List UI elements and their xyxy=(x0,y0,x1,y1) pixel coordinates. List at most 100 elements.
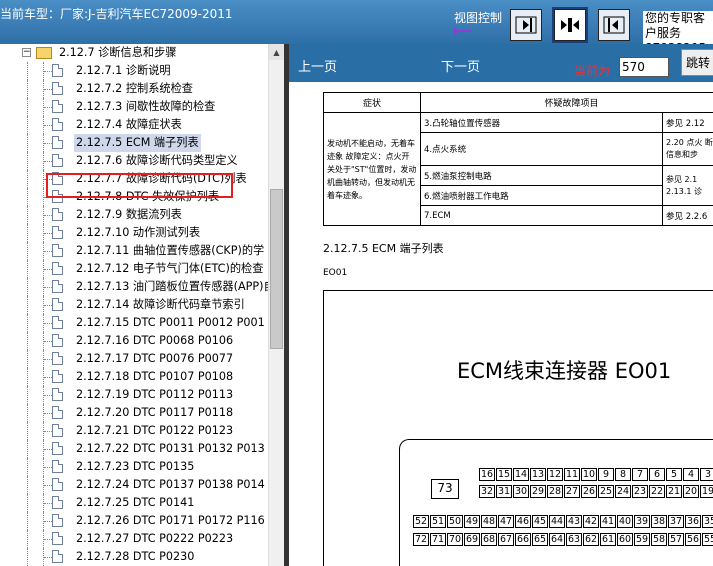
connector-pin: 43 xyxy=(566,515,582,528)
tree-guide-line xyxy=(27,548,29,566)
connector-pin: 31 xyxy=(496,485,512,498)
document-icon xyxy=(52,478,63,491)
tree-guide-line xyxy=(27,80,29,98)
panel-left-icon xyxy=(603,16,625,34)
connector-pin: 15 xyxy=(496,468,512,481)
tree-item-label: 2.12.7.18 DTC P0107 P0108 xyxy=(76,370,234,383)
scrollbar-thumb[interactable] xyxy=(270,189,283,349)
connector-pin: 30 xyxy=(513,485,529,498)
tree-guide-line xyxy=(27,206,29,224)
tree-guide-line xyxy=(44,539,52,540)
tree-item-label: 2.12.7.16 DTC P0068 P0106 xyxy=(76,334,234,347)
document-icon xyxy=(52,226,63,239)
connector-pin: 64 xyxy=(549,533,565,546)
tree-item-label: 2.12.7.6 故障诊断代码类型定义 xyxy=(76,154,238,167)
document-icon xyxy=(52,280,63,293)
connector-pin: 56 xyxy=(685,533,701,546)
connector-pin: 24 xyxy=(615,485,631,498)
connector-pin: 27 xyxy=(564,485,580,498)
tree-item-label: 2.12.7.20 DTC P0117 P0118 xyxy=(76,406,234,419)
panel-right-icon xyxy=(515,16,537,34)
connector-pin: 23 xyxy=(632,485,648,498)
folder-open-icon xyxy=(36,47,52,59)
connector-body xyxy=(399,439,713,566)
tree-guide-line xyxy=(27,404,29,422)
tree-guide-line xyxy=(44,161,52,162)
top-header: 当前车型：厂家:J-吉利汽车EC72009-2011 视图控制 您的专职客户服务… xyxy=(0,0,713,44)
connector-pin: 41 xyxy=(600,515,616,528)
tree-guide-line xyxy=(44,233,52,234)
collapse-icon[interactable]: − xyxy=(22,48,31,57)
customer-service-info: 您的专职客户服务 87038205 xyxy=(643,11,713,44)
tree-guide-line xyxy=(44,341,52,342)
document-icon xyxy=(52,550,63,563)
table-cell: 参见 2.1 2.13.1 诊 xyxy=(662,165,713,206)
tree-guide-line xyxy=(27,62,29,80)
tree-guide-line xyxy=(44,467,52,468)
doc-navigation-bar: 上一页 下一页 当前为 570 跳转 xyxy=(289,44,713,82)
table-header-item: 怀疑故障项目 xyxy=(420,92,713,113)
table-cell: 参见 2.12 xyxy=(662,112,713,133)
connector-pin: 38 xyxy=(651,515,667,528)
tree-scrollbar[interactable]: ▲ xyxy=(268,44,284,566)
tree-guide-line xyxy=(27,386,29,404)
tree-guide-line xyxy=(44,395,52,396)
page-number-input[interactable]: 570 xyxy=(619,57,669,77)
tree-guide-line xyxy=(44,107,52,108)
tree-label: 2.12.7 诊断信息和步骤 xyxy=(59,46,177,59)
connector-pin: 47 xyxy=(498,515,514,528)
tree-guide-line xyxy=(44,503,52,504)
connector-pin: 16 xyxy=(479,468,495,481)
connector-pin: 67 xyxy=(498,533,514,546)
tree-guide-line xyxy=(44,305,52,306)
tree-item-label: 2.12.7.19 DTC P0112 P0113 xyxy=(76,388,234,401)
connector-pin: 44 xyxy=(549,515,565,528)
jump-button[interactable]: 跳转 xyxy=(681,49,713,76)
tree-item-label: 2.12.7.9 数据流列表 xyxy=(76,208,182,221)
split-view-button[interactable] xyxy=(552,7,588,43)
vehicle-title: 当前车型：厂家:J-吉利汽车EC72009-2011 xyxy=(0,7,233,21)
tree-guide-line xyxy=(27,350,29,368)
connector-pin: 32 xyxy=(479,485,495,498)
connector-pin: 26 xyxy=(581,485,597,498)
tree-item-label: 2.12.7.27 DTC P0222 P0223 xyxy=(76,532,234,545)
tree-guide-line xyxy=(27,368,29,386)
document-icon xyxy=(52,118,63,131)
tree-guide-line xyxy=(44,125,52,126)
tree-guide-line xyxy=(44,323,52,324)
document-icon xyxy=(52,352,63,365)
connector-pin: 14 xyxy=(513,468,529,481)
next-page-button[interactable]: 下一页 xyxy=(441,56,480,75)
connector-pin: 22 xyxy=(649,485,665,498)
tree-guide-line xyxy=(27,188,29,206)
tree-item-label: 2.12.7.13 油门踏板位置传感器(APP)自 xyxy=(76,280,268,293)
tree-guide-line xyxy=(44,377,52,378)
tree-guide-line xyxy=(27,260,29,278)
tree-item-label: 2.12.7.21 DTC P0122 P0123 xyxy=(76,424,234,437)
view-control-icon xyxy=(454,27,471,35)
connector-pin: 6 xyxy=(649,468,665,481)
prev-page-button[interactable]: 上一页 xyxy=(298,56,337,75)
tree-item-label: 2.12.7.12 电子节气门体(ETC)的检查 xyxy=(76,262,264,275)
tree-guide-line xyxy=(44,431,52,432)
document-icon xyxy=(52,496,63,509)
connector-pin: 68 xyxy=(481,533,497,546)
show-right-panel-button[interactable] xyxy=(510,9,542,41)
table-cell: 参见 2.2.6 xyxy=(662,205,713,226)
connector-pin: 7 xyxy=(632,468,648,481)
connector-pin: 35 xyxy=(702,515,713,528)
connector-pin: 11 xyxy=(564,468,580,481)
show-left-panel-button[interactable] xyxy=(598,9,630,41)
tree-guide-line xyxy=(44,251,52,252)
scroll-up-icon[interactable]: ▲ xyxy=(269,44,284,60)
connector-pin: 51 xyxy=(430,515,446,528)
tree-item-label: 2.12.7.3 间歇性故障的检查 xyxy=(76,100,216,113)
tree-item-label: 2.12.7.4 故障症状表 xyxy=(76,118,182,131)
current-page-label: 当前为 xyxy=(574,64,611,78)
connector-pin: 65 xyxy=(532,533,548,546)
tree-guide-line xyxy=(27,134,29,152)
table-cell: 7.ECM xyxy=(420,205,663,226)
connector-pin: 37 xyxy=(668,515,684,528)
connector-pin: 49 xyxy=(464,515,480,528)
table-cell: 2.20 点火 断信息和步 xyxy=(662,132,713,166)
